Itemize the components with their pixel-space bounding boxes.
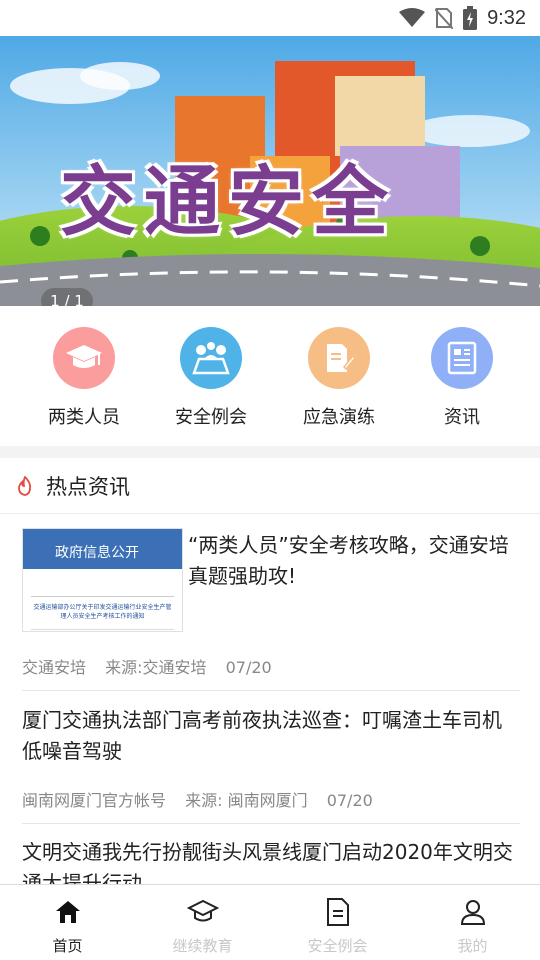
news-date: 07/20 xyxy=(225,658,272,677)
banner-title: 交通安全 xyxy=(60,157,396,246)
section-title: 热点资讯 xyxy=(46,474,130,499)
news-date: 07/20 xyxy=(326,791,373,810)
banner-carousel[interactable]: 交通安全 1 / 1 xyxy=(0,36,540,306)
flame-icon xyxy=(18,475,32,496)
document-icon xyxy=(270,897,405,927)
news-source: 来源:交通安培 xyxy=(105,658,207,677)
quick-item-safety-meeting[interactable]: 安全例会 xyxy=(156,327,266,429)
bottom-tab-bar: 首页 继续教育 安全例会 我的 xyxy=(0,884,540,960)
divider xyxy=(22,823,520,824)
quick-label: 两类人员 xyxy=(48,407,120,428)
thumbnail-heading: 交通运输部办公厅关于印发交通运输行业安全生产管理人员安全生产考核工作的通知 xyxy=(33,604,172,620)
news-icon xyxy=(431,327,493,389)
thumbnail-header: 政府信息公开 xyxy=(23,529,182,569)
no-sim-icon xyxy=(435,8,454,29)
home-icon xyxy=(0,897,135,927)
news-source: 来源: 闽南网厦门 xyxy=(185,791,308,810)
tab-home[interactable]: 首页 xyxy=(0,885,135,960)
quick-menu: 两类人员 安全例会 应急演练 资讯 xyxy=(0,306,540,446)
news-author: 闽南网厦门官方帐号 xyxy=(22,791,167,810)
meeting-icon xyxy=(180,327,242,389)
document-pen-icon xyxy=(308,327,370,389)
section-separator xyxy=(0,446,540,458)
graduation-cap-icon xyxy=(135,897,270,927)
status-icons: 9:32 xyxy=(399,6,526,30)
news-title-2[interactable]: 厦门交通执法部门高考前夜执法巡查：叮嘱渣土车司机 低噪音驾驶 xyxy=(22,705,520,767)
quick-item-emergency-drill[interactable]: 应急演练 xyxy=(284,327,394,429)
wifi-icon xyxy=(399,8,426,27)
quick-label: 资讯 xyxy=(444,407,480,428)
quick-label: 应急演练 xyxy=(303,407,375,428)
quick-item-two-personnel[interactable]: 两类人员 xyxy=(29,327,139,429)
news-author: 交通安培 xyxy=(22,658,87,677)
news-title-1[interactable]: “两类人员”安全考核攻略，交通安培真题强助攻! xyxy=(188,530,522,592)
user-icon xyxy=(405,897,540,927)
news-meta-1: 交通安培 来源:交通安培 07/20 xyxy=(22,654,520,678)
graduation-cap-icon xyxy=(53,327,115,389)
quick-label: 安全例会 xyxy=(175,407,247,428)
hot-news-header: 热点资讯 xyxy=(0,458,540,514)
thumbnail-title: 政府信息公开 xyxy=(55,545,139,561)
tab-me[interactable]: 我的 xyxy=(405,885,540,960)
divider xyxy=(22,690,520,691)
thumbnail-body: 交通运输部办公厅关于印发交通运输行业安全生产管理人员安全生产考核工作的通知 xyxy=(23,569,182,631)
news-thumbnail[interactable]: 政府信息公开 交通运输部办公厅关于印发交通运输行业安全生产管理人员安全生产考核工… xyxy=(22,528,183,632)
status-time: 9:32 xyxy=(487,6,526,29)
quick-item-news[interactable]: 资讯 xyxy=(407,327,517,429)
banner-page-indicator: 1 / 1 xyxy=(41,288,93,306)
battery-charging-icon xyxy=(463,6,478,30)
tab-continuing-education[interactable]: 继续教育 xyxy=(135,885,270,960)
status-bar: 9:32 xyxy=(0,0,540,36)
news-meta-2: 闽南网厦门官方帐号 来源: 闽南网厦门 07/20 xyxy=(22,787,520,811)
tab-safety-meeting[interactable]: 安全例会 xyxy=(270,885,405,960)
